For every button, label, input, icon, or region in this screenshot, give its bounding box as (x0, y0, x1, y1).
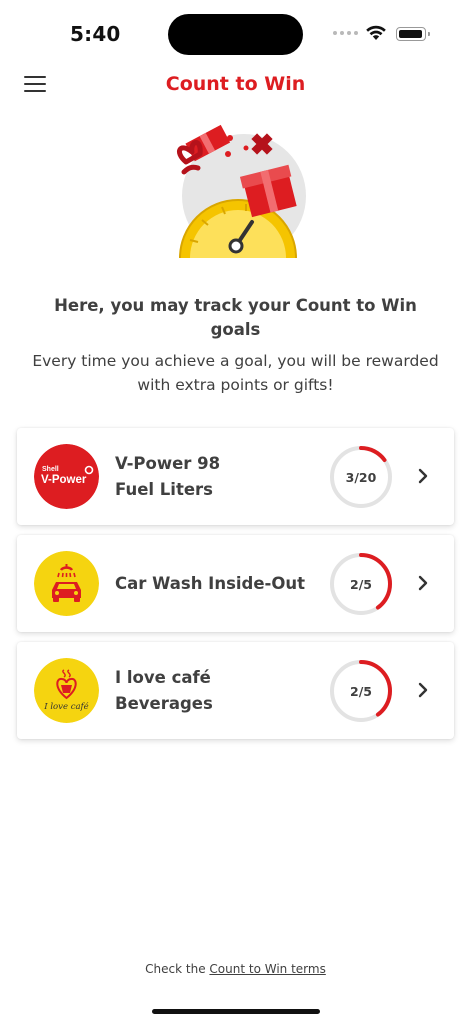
battery-icon (396, 27, 430, 41)
page-title: Count to Win (165, 73, 306, 95)
status-bar: 5:40 (0, 0, 471, 62)
terms-prefix: Check the (145, 962, 206, 976)
progress-label: 3/20 (345, 469, 377, 485)
progress-label: 2/5 (350, 576, 372, 592)
gift-speedometer-illustration (177, 124, 306, 259)
vpower-logo-icon: Shell V-Power (34, 444, 99, 509)
terms-text: Check the Count to Win terms (0, 962, 471, 976)
vpower-logo-text: V-Power (41, 474, 87, 486)
chevron-right-icon (418, 682, 428, 698)
wifi-icon (366, 25, 386, 40)
home-indicator[interactable] (152, 1009, 320, 1014)
chevron-right-icon (418, 575, 428, 591)
goal-card-car-wash[interactable]: Car Wash Inside-Out 2/5 (17, 535, 454, 632)
car-wash-icon (34, 551, 99, 616)
goal-title: I love café Beverages (115, 667, 213, 713)
status-time: 5:40 (70, 22, 121, 46)
vpower-logo-small-text: Shell (42, 466, 59, 473)
intro-heading: Here, you may track your Count to Win go… (54, 296, 417, 339)
progress-label: 2/5 (350, 683, 372, 699)
terms-link[interactable]: Count to Win terms (209, 962, 325, 976)
chevron-right-icon (418, 468, 428, 484)
cafe-cup-icon: I love café (34, 658, 99, 723)
goal-card-cafe[interactable]: I love café I love café Beverages 2/5 (17, 642, 454, 739)
goal-title: V-Power 98 Fuel Liters (115, 453, 221, 499)
cellular-signal-icon (333, 31, 358, 35)
dynamic-island (168, 14, 303, 55)
cafe-logo-text: I love café (43, 701, 88, 712)
goal-title: Car Wash Inside-Out (115, 573, 306, 593)
intro-description: Every time you achieve a goal, you will … (32, 352, 439, 394)
goal-card-vpower[interactable]: Shell V-Power V-Power 98 Fuel Liters 3/2… (17, 428, 454, 525)
